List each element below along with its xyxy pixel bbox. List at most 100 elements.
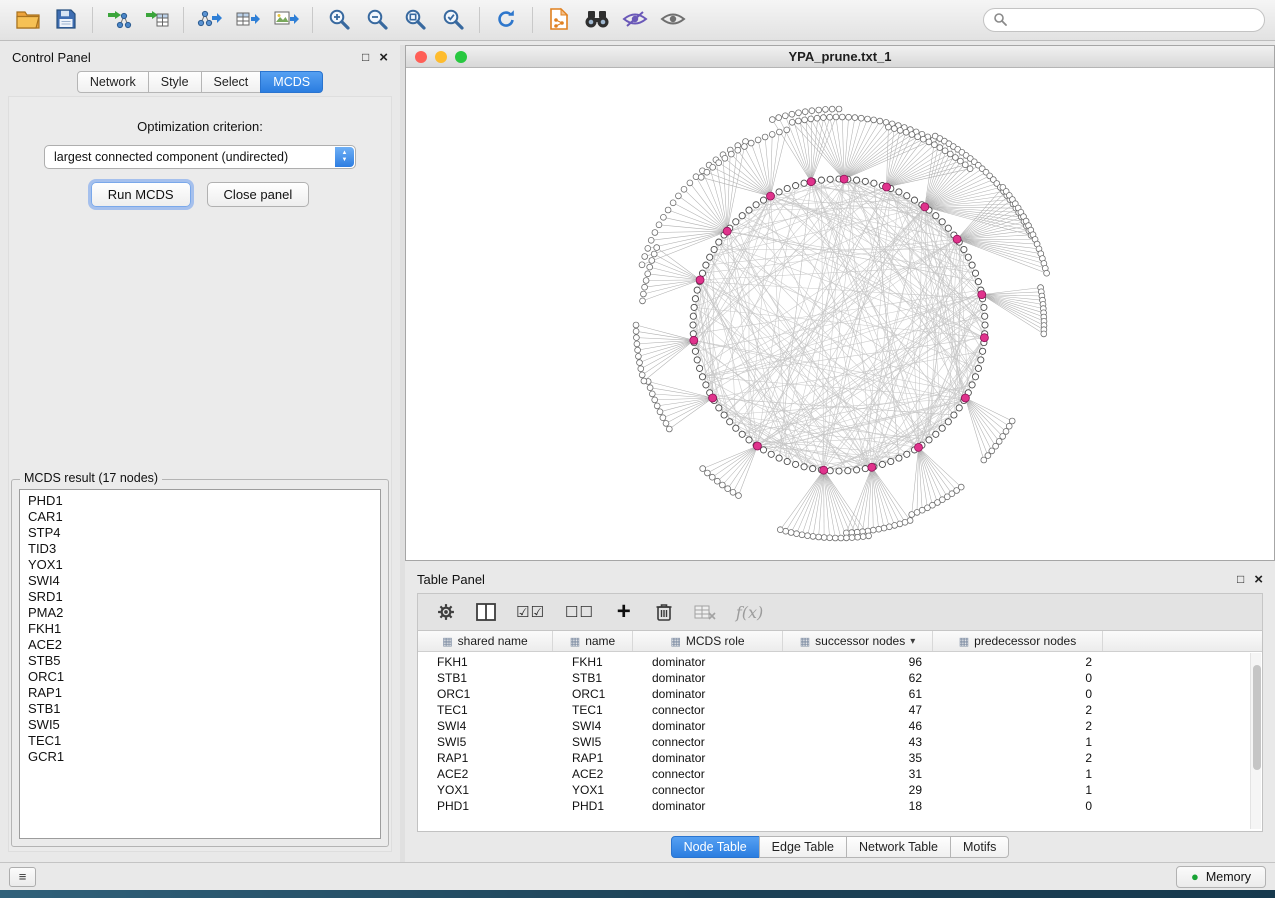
tab-network[interactable]: Network bbox=[77, 71, 149, 93]
result-item[interactable]: YOX1 bbox=[20, 557, 380, 573]
column-header-predecessor-nodes[interactable]: ▦predecessor nodes bbox=[933, 631, 1103, 651]
dropdown-stepper-icon[interactable]: ▲ ▼ bbox=[335, 147, 354, 167]
search-input[interactable] bbox=[1013, 13, 1255, 27]
table-cell: TEC1 bbox=[418, 703, 553, 717]
zoom-out-button[interactable] bbox=[359, 4, 395, 36]
table-cell: YOX1 bbox=[553, 783, 633, 797]
run-mcds-button[interactable]: Run MCDS bbox=[91, 182, 191, 207]
table-cell: ORC1 bbox=[418, 687, 553, 701]
result-item[interactable]: STB1 bbox=[20, 701, 380, 717]
result-item[interactable]: ORC1 bbox=[20, 669, 380, 685]
import-table-button[interactable] bbox=[139, 4, 175, 36]
tab-mcds[interactable]: MCDS bbox=[260, 71, 323, 93]
find-button[interactable] bbox=[579, 4, 615, 36]
table-scrollbar[interactable] bbox=[1250, 653, 1261, 829]
close-panel-icon[interactable]: × bbox=[379, 50, 388, 65]
close-panel-button[interactable]: Close panel bbox=[207, 182, 310, 207]
criterion-dropdown[interactable]: largest connected component (undirected)… bbox=[44, 145, 356, 169]
table-settings-button[interactable] bbox=[436, 598, 456, 626]
table-row[interactable]: YOX1YOX1connector291 bbox=[418, 782, 1262, 798]
apply-layout-button[interactable] bbox=[488, 4, 524, 36]
table-row[interactable]: PHD1PHD1dominator180 bbox=[418, 798, 1262, 814]
maximize-window-icon[interactable] bbox=[455, 51, 467, 63]
toggle-graphics-details-button[interactable] bbox=[617, 4, 653, 36]
global-search[interactable] bbox=[983, 8, 1265, 32]
mcds-result-list[interactable]: PHD1CAR1STP4TID3YOX1SWI4SRD1PMA2FKH1ACE2… bbox=[19, 489, 381, 839]
export-table-button[interactable] bbox=[230, 4, 266, 36]
table-tab-motifs[interactable]: Motifs bbox=[950, 836, 1009, 858]
tab-select[interactable]: Select bbox=[201, 71, 262, 93]
scrollbar-thumb[interactable] bbox=[1253, 665, 1261, 770]
table-row[interactable]: RAP1RAP1dominator352 bbox=[418, 750, 1262, 766]
table-cell: YOX1 bbox=[418, 783, 553, 797]
save-session-button[interactable] bbox=[48, 4, 84, 36]
table-cell: 46 bbox=[783, 719, 933, 733]
search-icon bbox=[993, 12, 1007, 29]
table-tab-edge-table[interactable]: Edge Table bbox=[759, 836, 847, 858]
column-header-shared-name[interactable]: ▦shared name bbox=[418, 631, 553, 651]
show-columns-button[interactable] bbox=[476, 598, 496, 626]
float-table-panel-icon[interactable]: □ bbox=[1237, 573, 1244, 585]
show-details-button[interactable] bbox=[655, 4, 691, 36]
table-tab-node-table[interactable]: Node Table bbox=[671, 836, 760, 858]
result-item[interactable]: SWI4 bbox=[20, 573, 380, 589]
select-all-button[interactable]: ☑☑ bbox=[516, 598, 545, 626]
table-tab-network-table[interactable]: Network Table bbox=[846, 836, 951, 858]
sort-descending-icon[interactable]: ▾ bbox=[910, 636, 915, 647]
table-panel-header: Table Panel □ × bbox=[405, 567, 1275, 591]
column-grid-icon: ▦ bbox=[670, 635, 680, 648]
minimize-window-icon[interactable] bbox=[435, 51, 447, 63]
memory-button[interactable]: ● Memory bbox=[1176, 866, 1266, 888]
add-column-button[interactable]: + bbox=[614, 598, 634, 626]
column-header-successor-nodes[interactable]: ▦successor nodes▾ bbox=[783, 631, 933, 651]
table-row[interactable]: ORC1ORC1dominator610 bbox=[418, 686, 1262, 702]
zoom-in-button[interactable] bbox=[321, 4, 357, 36]
export-image-button[interactable] bbox=[268, 4, 304, 36]
zoom-selected-button[interactable] bbox=[435, 4, 471, 36]
result-item[interactable]: PHD1 bbox=[20, 493, 380, 509]
table-row[interactable]: SWI4SWI4dominator462 bbox=[418, 718, 1262, 734]
float-panel-icon[interactable]: □ bbox=[362, 51, 369, 63]
result-item[interactable]: PMA2 bbox=[20, 605, 380, 621]
export-web-page-button[interactable] bbox=[541, 4, 577, 36]
delete-column-button[interactable] bbox=[654, 598, 674, 626]
zoom-fit-button[interactable] bbox=[397, 4, 433, 36]
tab-style[interactable]: Style bbox=[148, 71, 202, 93]
table-row[interactable]: FKH1FKH1dominator962 bbox=[418, 654, 1262, 670]
result-item[interactable]: RAP1 bbox=[20, 685, 380, 701]
table-row[interactable]: STB1STB1dominator620 bbox=[418, 670, 1262, 686]
stepper-up-icon: ▲ bbox=[342, 150, 348, 157]
stepper-down-icon: ▼ bbox=[342, 157, 348, 164]
right-column: YPA_prune.txt_1 Table Panel □ × ☑☑ ☐☐ + bbox=[405, 45, 1275, 862]
table-cell: dominator bbox=[633, 671, 783, 685]
column-header-MCDS-role[interactable]: ▦MCDS role bbox=[633, 631, 783, 651]
open-session-button[interactable] bbox=[10, 4, 46, 36]
network-window-titlebar[interactable]: YPA_prune.txt_1 bbox=[406, 46, 1274, 68]
import-network-button[interactable] bbox=[101, 4, 137, 36]
table-panel: Table Panel □ × ☑☑ ☐☐ + f(x) ▦shared nam… bbox=[405, 567, 1275, 862]
result-item[interactable]: SRD1 bbox=[20, 589, 380, 605]
export-network-button[interactable] bbox=[192, 4, 228, 36]
result-item[interactable]: TID3 bbox=[20, 541, 380, 557]
import-table-icon bbox=[144, 8, 170, 33]
control-panel-header: Control Panel □ × bbox=[0, 45, 400, 69]
result-item[interactable]: ACE2 bbox=[20, 637, 380, 653]
result-item[interactable]: GCR1 bbox=[20, 749, 380, 765]
result-item[interactable]: FKH1 bbox=[20, 621, 380, 637]
network-canvas[interactable] bbox=[406, 68, 1274, 560]
table-row[interactable]: TEC1TEC1connector472 bbox=[418, 702, 1262, 718]
result-item[interactable]: SWI5 bbox=[20, 717, 380, 733]
status-menu-button[interactable]: ≡ bbox=[9, 867, 36, 887]
result-item[interactable]: CAR1 bbox=[20, 509, 380, 525]
table-row[interactable]: SWI5SWI5connector431 bbox=[418, 734, 1262, 750]
column-header-name[interactable]: ▦name bbox=[553, 631, 633, 651]
document-share-icon bbox=[548, 7, 570, 34]
close-table-panel-icon[interactable]: × bbox=[1254, 572, 1263, 587]
result-item[interactable]: TEC1 bbox=[20, 733, 380, 749]
deselect-all-button[interactable]: ☐☐ bbox=[565, 598, 594, 626]
close-window-icon[interactable] bbox=[415, 51, 427, 63]
result-item[interactable]: STB5 bbox=[20, 653, 380, 669]
table-cell: dominator bbox=[633, 799, 783, 813]
result-item[interactable]: STP4 bbox=[20, 525, 380, 541]
table-row[interactable]: ACE2ACE2connector311 bbox=[418, 766, 1262, 782]
